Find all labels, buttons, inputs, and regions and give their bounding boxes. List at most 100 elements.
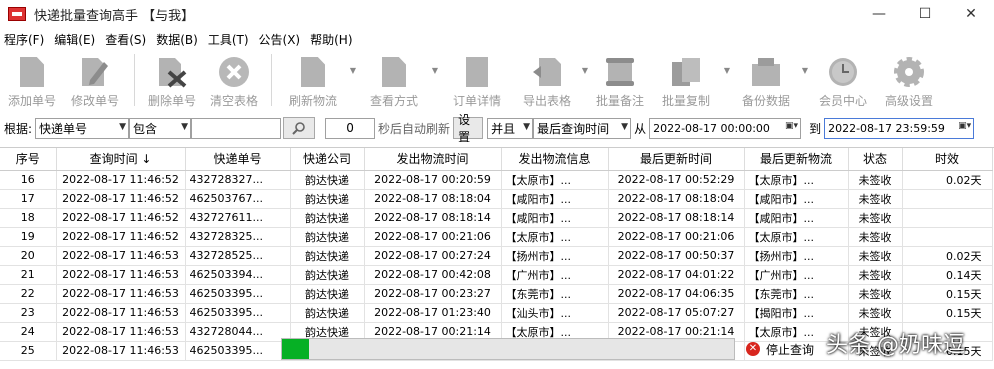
batch-copy-button[interactable]: 批量复制	[650, 50, 722, 110]
set-button[interactable]: 设置	[453, 113, 484, 144]
table-cell: 462503395...	[185, 284, 291, 304]
table-cell: 432728325...	[185, 227, 291, 247]
from-date-picker[interactable]: 2022-08-17 00:00:00 ▣▾	[649, 117, 802, 139]
chevron-down-icon[interactable]: ▼	[348, 40, 358, 100]
table-cell: 未签收	[848, 227, 903, 247]
advanced-settings-button[interactable]: 高级设置	[876, 50, 942, 110]
column-header[interactable]: 发出物流信息	[501, 148, 609, 171]
seconds-input[interactable]: 0	[325, 117, 376, 139]
table-cell: 2022-08-17 11:46:53	[56, 265, 186, 285]
table-row[interactable]: 20 2022-08-17 11:46:53 432728525... 韵达快递 202…	[0, 246, 993, 266]
match-mode-select[interactable]: 包含 ▼	[129, 117, 192, 139]
menu-notice[interactable]: 公告(X)	[259, 31, 301, 48]
table-cell: 432727611...	[185, 208, 291, 228]
to-date-picker[interactable]: 2022-08-17 23:59:59 ▣▾	[824, 117, 975, 139]
table-cell: 2022-08-17 08:18:04	[608, 189, 745, 209]
search-button[interactable]	[283, 117, 316, 139]
view-mode-label: 查看方式	[369, 94, 418, 108]
window-title: 快递批量查询高手 【与我】	[34, 8, 195, 24]
table-row[interactable]: 19 2022-08-17 11:46:52 432728325... 韵达快递 202…	[0, 227, 993, 247]
table-cell: 2022-08-17 11:46:53	[56, 246, 186, 266]
table-cell: 2022-08-17 04:01:22	[608, 265, 745, 285]
table-cell: 2022-08-17 04:06:35	[608, 284, 745, 304]
refresh-logistics-button[interactable]: 刷新物流	[278, 50, 348, 110]
column-header[interactable]: 快递单号	[185, 148, 291, 171]
clear-table-button[interactable]: 清空表格	[203, 50, 265, 110]
table-cell: 韵达快递	[290, 170, 365, 190]
column-header[interactable]: 最后更新物流	[744, 148, 849, 171]
table-row[interactable]: 22 2022-08-17 11:46:53 462503395... 韵达快递 202…	[0, 284, 993, 304]
table-cell: 【太原市】...	[501, 170, 609, 190]
chevron-down-icon[interactable]: ▼	[430, 40, 440, 100]
menu-edit[interactable]: 编辑(E)	[54, 31, 95, 48]
column-header[interactable]: 发出物流时间	[364, 148, 502, 171]
column-header[interactable]: 序号	[0, 148, 57, 171]
column-header[interactable]: 状态	[848, 148, 903, 171]
backup-data-button[interactable]: 备份数据	[732, 50, 800, 110]
stop-query-button[interactable]: ✕ 停止查询	[746, 338, 814, 360]
edit-icon	[80, 54, 110, 90]
table-cell: 2022-08-17 05:07:27	[608, 303, 745, 323]
by-label: 根据:	[4, 121, 33, 136]
table-cell: 432728044...	[185, 322, 291, 342]
table-cell: 韵达快递	[290, 227, 365, 247]
table-cell: 462503767...	[185, 189, 291, 209]
edit-number-button[interactable]: 修改单号	[62, 50, 128, 110]
column-header[interactable]: 快递公司	[290, 148, 365, 171]
close-button[interactable]: ✕	[948, 0, 994, 28]
menu-program[interactable]: 程序(F)	[4, 31, 44, 48]
delete-document-icon	[157, 54, 187, 90]
table-cell: 【咸阳市】...	[501, 189, 609, 209]
menu-view[interactable]: 查看(S)	[105, 31, 146, 48]
table-cell: 2022-08-17 11:46:52	[56, 189, 186, 209]
maximize-button[interactable]: ☐	[902, 0, 948, 28]
refresh-logistics-label: 刷新物流	[288, 94, 337, 108]
column-header[interactable]: 查询时间 ↓	[56, 148, 186, 171]
table-row[interactable]: 17 2022-08-17 11:46:52 462503767... 韵达快递 202…	[0, 189, 993, 209]
table-row[interactable]: 23 2022-08-17 11:46:53 462503395... 韵达快递 202…	[0, 303, 993, 323]
column-header[interactable]: 时效	[902, 148, 993, 171]
menu-help[interactable]: 帮助(H)	[310, 31, 352, 48]
table-cell: 韵达快递	[290, 208, 365, 228]
advanced-settings-label: 高级设置	[884, 94, 933, 108]
view-mode-button[interactable]: 查看方式	[358, 50, 430, 110]
table-cell: 未签收	[848, 189, 903, 209]
field-select-value: 快递单号	[39, 121, 88, 136]
add-number-button[interactable]: 添加单号	[2, 50, 62, 110]
chevron-down-icon[interactable]: ▼	[580, 40, 590, 100]
table-cell	[902, 208, 993, 228]
chevron-down-icon[interactable]: ▼	[800, 40, 810, 100]
keyword-input[interactable]	[191, 117, 282, 139]
table-row[interactable]: 16 2022-08-17 11:46:52 432728327... 韵达快递 202…	[0, 170, 993, 190]
delete-number-button[interactable]: 删除单号	[141, 50, 203, 110]
table-cell: 21	[0, 265, 57, 285]
clear-table-label: 清空表格	[209, 94, 258, 108]
column-header[interactable]: 最后更新时间	[608, 148, 745, 171]
toolbar-separator	[134, 54, 135, 106]
logic-select[interactable]: 并且 ▼	[487, 117, 534, 139]
date-field-select[interactable]: 最后查询时间 ▼	[533, 117, 632, 139]
minimize-button[interactable]: —	[856, 0, 902, 28]
table-cell: 韵达快递	[290, 246, 365, 266]
member-center-button[interactable]: 会员中心	[810, 50, 876, 110]
batch-note-button[interactable]: 批量备注	[590, 50, 650, 110]
menu-data[interactable]: 数据(B)	[156, 31, 198, 48]
table-cell: 18	[0, 208, 57, 228]
export-table-button[interactable]: 导出表格	[514, 50, 580, 110]
table-row[interactable]: 18 2022-08-17 11:46:52 432727611... 韵达快递 202…	[0, 208, 993, 228]
progress-fill	[282, 339, 310, 359]
table-row[interactable]: 21 2022-08-17 11:46:53 462503394... 韵达快递 202…	[0, 265, 993, 285]
table-cell: 韵达快递	[290, 303, 365, 323]
logic-value: 并且	[491, 121, 516, 136]
table-cell: 19	[0, 227, 57, 247]
chevron-down-icon[interactable]: ▼	[722, 40, 732, 100]
order-detail-button[interactable]: 订单详情	[440, 50, 514, 110]
menu-tools[interactable]: 工具(T)	[208, 31, 249, 48]
from-date-value: 2022-08-17 00:00:00	[653, 121, 770, 135]
table-cell: 2022-08-17 00:21:06	[608, 227, 745, 247]
field-select[interactable]: 快递单号 ▼	[35, 117, 130, 139]
table-cell: 【扬州市】...	[744, 246, 849, 266]
table-cell: 462503395...	[185, 341, 291, 361]
table-cell: 韵达快递	[290, 284, 365, 304]
batch-copy-label: 批量复制	[661, 94, 710, 108]
